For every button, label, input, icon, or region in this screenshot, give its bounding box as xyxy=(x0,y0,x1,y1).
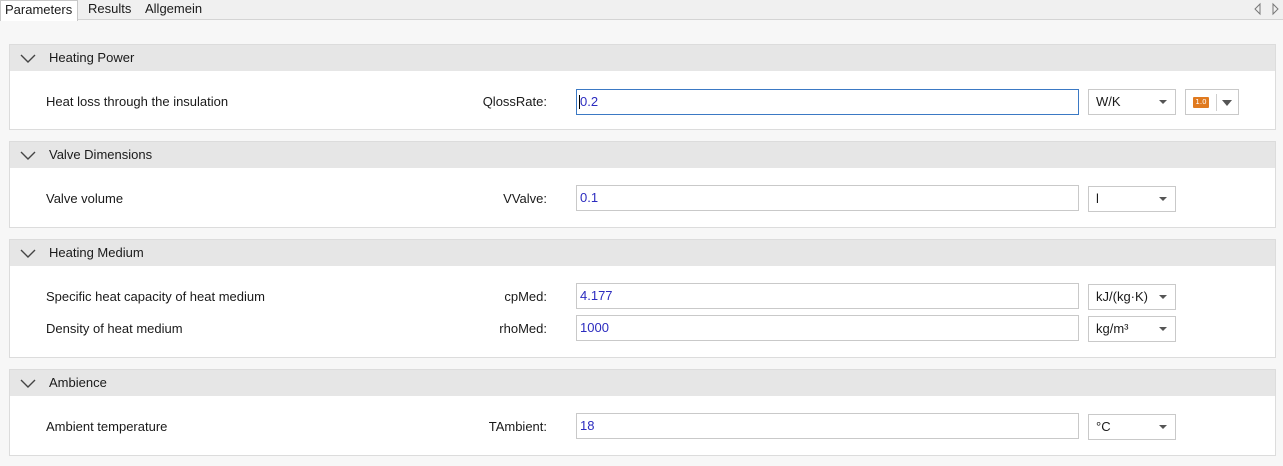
param-variable: QlossRate: xyxy=(482,94,547,109)
tambient-value: 18 xyxy=(580,418,595,433)
section-heating-power: Heating Power Heat loss through the insu… xyxy=(9,44,1276,130)
qlossrate-value: 0.2 xyxy=(580,94,599,109)
dropdown-arrow-icon xyxy=(1159,425,1167,429)
section-header-heating-power[interactable]: Heating Power xyxy=(10,45,1275,71)
param-label: Heat loss through the insulation xyxy=(46,94,229,109)
tab-parameters[interactable]: Parameters xyxy=(0,0,78,21)
dropdown-arrow-icon xyxy=(1159,100,1167,104)
chevron-down-icon[interactable] xyxy=(20,149,36,161)
rhomed-value: 1000 xyxy=(580,320,609,335)
param-variable: TAmbient: xyxy=(488,419,547,434)
dropdown-arrow-icon[interactable] xyxy=(1222,100,1232,106)
qlossrate-unit-select[interactable]: W/K xyxy=(1088,89,1176,115)
chevron-down-icon[interactable] xyxy=(20,247,36,259)
param-variable: cpMed: xyxy=(504,289,547,304)
unit-value: l xyxy=(1096,191,1099,206)
section-title: Heating Power xyxy=(49,50,135,65)
section-ambience: Ambience Ambient temperature TAmbient: 1… xyxy=(9,369,1276,456)
param-label: Ambient temperature xyxy=(46,419,168,434)
scroll-right-icon[interactable] xyxy=(1269,2,1281,16)
tab-allgemein[interactable]: Allgemein xyxy=(145,0,209,20)
vvalve-unit-select[interactable]: l xyxy=(1088,186,1176,212)
section-valve-dimensions: Valve Dimensions Valve volume VValve: 0.… xyxy=(9,141,1276,228)
param-label: Valve volume xyxy=(46,191,124,206)
section-title: Heating Medium xyxy=(49,245,144,260)
section-title: Valve Dimensions xyxy=(49,147,153,162)
tab-results[interactable]: Results xyxy=(88,0,134,20)
chevron-down-icon[interactable] xyxy=(20,377,36,389)
cpmed-unit-select[interactable]: kJ/(kg·K) xyxy=(1088,284,1176,310)
section-title: Ambience xyxy=(49,375,107,390)
section-header-heating-medium[interactable]: Heating Medium xyxy=(10,240,1275,266)
tab-bar: Parameters Results Allgemein xyxy=(0,0,1283,21)
unit-value: kJ/(kg·K) xyxy=(1096,289,1148,304)
dropdown-arrow-icon xyxy=(1159,197,1167,201)
rhomed-unit-select[interactable]: kg/m³ xyxy=(1088,316,1176,342)
vvalve-input[interactable]: 0.1 xyxy=(576,185,1079,211)
tambient-unit-select[interactable]: °C xyxy=(1088,414,1176,440)
scroll-left-icon[interactable] xyxy=(1252,2,1264,16)
dropdown-arrow-icon xyxy=(1159,295,1167,299)
section-heating-medium: Heating Medium Specific heat capacity of… xyxy=(9,239,1276,358)
param-label: Density of heat medium xyxy=(46,321,183,336)
param-label: Specific heat capacity of heat medium xyxy=(46,289,265,304)
qlossrate-input[interactable]: 0.2 xyxy=(576,89,1079,115)
param-variable: VValve: xyxy=(503,191,547,206)
cpmed-value: 4.177 xyxy=(580,288,613,303)
rhomed-input[interactable]: 1000 xyxy=(576,315,1079,341)
cpmed-input[interactable]: 4.177 xyxy=(576,283,1079,309)
unit-value: W/K xyxy=(1096,94,1121,109)
vvalve-value: 0.1 xyxy=(580,190,599,205)
text-caret xyxy=(579,95,580,109)
section-header-ambience[interactable]: Ambience xyxy=(10,370,1275,396)
chevron-down-icon[interactable] xyxy=(20,52,36,64)
dropdown-arrow-icon xyxy=(1159,327,1167,331)
divider xyxy=(1216,94,1217,111)
param-variable: rhoMed: xyxy=(499,321,547,336)
expression-button[interactable]: 1.0 xyxy=(1185,89,1239,115)
value-type-icon: 1.0 xyxy=(1193,97,1209,108)
section-header-valve-dimensions[interactable]: Valve Dimensions xyxy=(10,142,1275,168)
unit-value: °C xyxy=(1096,419,1111,434)
tambient-input[interactable]: 18 xyxy=(576,413,1079,439)
unit-value: kg/m³ xyxy=(1096,321,1129,336)
